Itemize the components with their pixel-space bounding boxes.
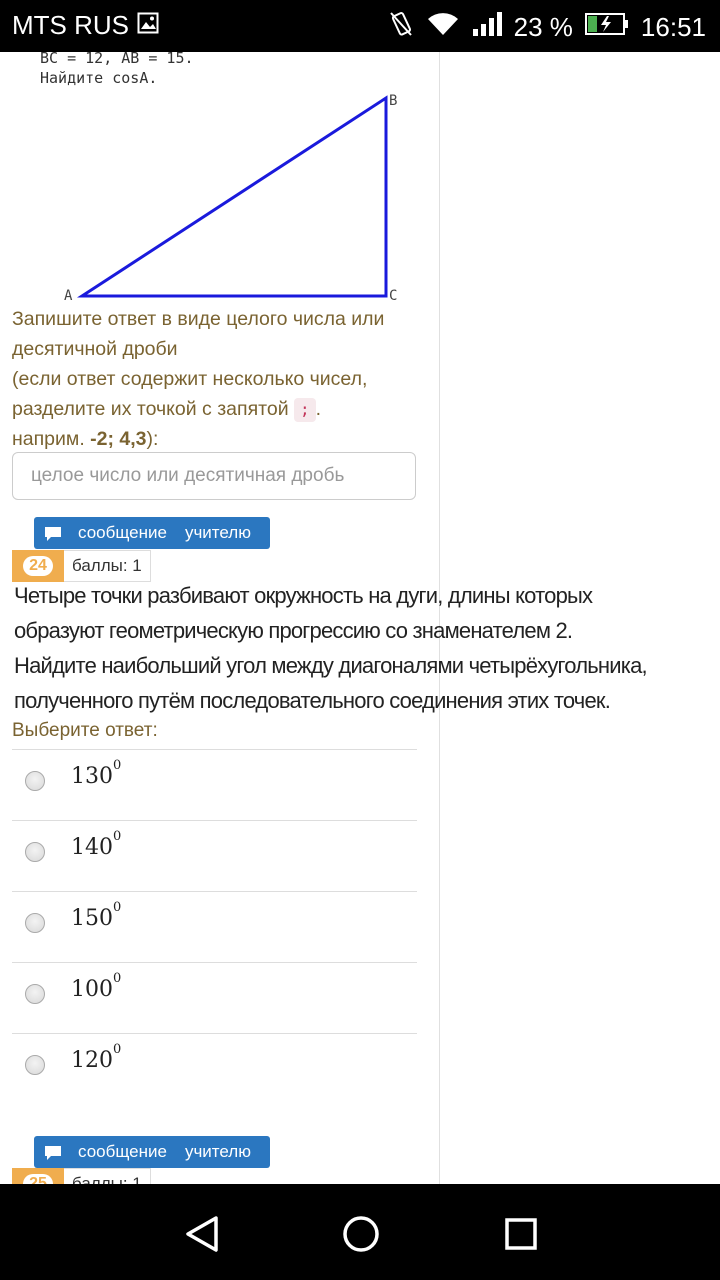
example-prefix: наприм. bbox=[12, 428, 85, 450]
clock: 16:51 bbox=[640, 12, 706, 42]
recent-apps-button[interactable] bbox=[499, 1212, 543, 1256]
quiz-page[interactable]: BC = 12, AB = 15. Найдите cosA. A B C Зап… bbox=[0, 52, 720, 1184]
option-degree: 0 bbox=[113, 971, 122, 986]
option-value: 1500 bbox=[71, 900, 121, 931]
answer-option[interactable]: 1200 bbox=[12, 1034, 417, 1104]
signal-icon bbox=[472, 11, 502, 44]
instruction-example: наприм. -2; 4,3): bbox=[12, 424, 422, 454]
status-bar: MTS RUS 23 % 16:51 bbox=[0, 0, 720, 52]
option-value: 1200 bbox=[71, 1042, 121, 1073]
radio-button[interactable] bbox=[25, 771, 45, 791]
question-number-badge: 25 bbox=[12, 1168, 64, 1184]
vibrate-icon bbox=[388, 10, 414, 45]
back-triangle-icon bbox=[186, 1216, 218, 1252]
instruction-line-1: Запишите ответ в виде целого числа или bbox=[12, 308, 385, 330]
option-value: 1400 bbox=[71, 829, 121, 860]
speech-bubble-icon bbox=[44, 1145, 62, 1160]
question-line-4: полученного путём последовательного соед… bbox=[14, 688, 611, 713]
message-teacher-button[interactable]: сообщение учителю bbox=[34, 517, 270, 549]
vertex-a-label: A bbox=[64, 288, 73, 304]
battery-percent: 23 % bbox=[513, 12, 573, 42]
answer-option[interactable]: 1500 bbox=[12, 892, 417, 963]
vertex-c-label: C bbox=[389, 288, 397, 304]
instruction-line-4: разделите их точкой с запятой ;. bbox=[12, 394, 422, 424]
answer-input[interactable] bbox=[12, 452, 416, 500]
speech-bubble-icon bbox=[44, 526, 62, 541]
option-number: 150 bbox=[71, 906, 113, 931]
option-degree: 0 bbox=[113, 758, 122, 773]
separator-chip: ; bbox=[294, 398, 316, 422]
image-notification-icon bbox=[137, 10, 159, 41]
message-teacher-button-2[interactable]: сообщение учителю bbox=[34, 1136, 270, 1168]
navigation-bar bbox=[0, 1184, 720, 1280]
example-value: -2; 4,3 bbox=[90, 428, 147, 450]
battery-charging-icon bbox=[584, 12, 629, 43]
example-end: ): bbox=[146, 428, 159, 450]
option-degree: 0 bbox=[113, 900, 122, 915]
question-number: 24 bbox=[23, 556, 53, 576]
answer-option[interactable]: 1400 bbox=[12, 821, 417, 892]
answer-option[interactable]: 1000 bbox=[12, 963, 417, 1034]
question-line-3: Найдите наибольший угол между диагоналям… bbox=[14, 653, 648, 678]
question-points: баллы: 1 bbox=[64, 1168, 151, 1184]
question-number: 25 bbox=[23, 1174, 53, 1184]
option-value: 1000 bbox=[71, 971, 121, 1002]
problem-line-2: Найдите cosA. bbox=[40, 69, 158, 87]
question-24-text: Четыре точки разбивают окружность на дуг… bbox=[14, 578, 720, 718]
option-number: 100 bbox=[71, 977, 113, 1002]
question-line-1: Четыре точки разбивают окружность на дуг… bbox=[14, 583, 593, 608]
radio-button[interactable] bbox=[25, 842, 45, 862]
message-button-label-1: сообщение bbox=[78, 1142, 167, 1161]
triangle-figure: A B C bbox=[64, 93, 397, 304]
vertex-b-label: B bbox=[389, 93, 397, 109]
wifi-icon bbox=[426, 11, 460, 44]
home-circle-icon bbox=[343, 1216, 379, 1252]
option-value: 1300 bbox=[71, 758, 121, 789]
home-button[interactable] bbox=[339, 1212, 383, 1256]
instruction-line-2: десятичной дроби bbox=[12, 338, 178, 360]
answer-instructions: Запишите ответ в виде целого числа или д… bbox=[12, 304, 422, 454]
option-number: 140 bbox=[71, 835, 113, 860]
radio-button[interactable] bbox=[25, 984, 45, 1004]
option-number: 120 bbox=[71, 1048, 113, 1073]
problem-line-1: BC = 12, AB = 15. bbox=[40, 52, 194, 67]
message-button-label-2: учителю bbox=[184, 523, 251, 542]
carrier-name: MTS RUS bbox=[12, 10, 129, 40]
triangle-abc bbox=[76, 95, 388, 298]
choose-answer-label: Выберите ответ: bbox=[12, 720, 158, 741]
question-25-header: 25 баллы: 1 bbox=[12, 1168, 151, 1184]
instruction-line-4-text: разделите их точкой с запятой bbox=[12, 398, 289, 420]
question-line-2: образуют геометрическую прогрессию со зн… bbox=[14, 618, 573, 643]
message-button-label-2: учителю bbox=[184, 1142, 251, 1161]
instruction-line-4-end: . bbox=[315, 398, 322, 420]
radio-button[interactable] bbox=[25, 913, 45, 933]
recent-apps-square-icon bbox=[505, 1218, 537, 1250]
answer-option[interactable]: 1300 bbox=[12, 750, 417, 821]
option-degree: 0 bbox=[113, 829, 122, 844]
problem-statement: BC = 12, AB = 15. Найдите cosA. bbox=[40, 52, 194, 88]
radio-button[interactable] bbox=[25, 1055, 45, 1075]
answer-options: 1300 1400 1500 1000 1200 bbox=[12, 749, 417, 1104]
option-number: 130 bbox=[71, 764, 113, 789]
back-button[interactable] bbox=[180, 1212, 224, 1256]
option-degree: 0 bbox=[113, 1042, 122, 1057]
message-button-label-1: сообщение bbox=[78, 523, 167, 542]
instruction-line-3: (если ответ содержит несколько чисел, bbox=[12, 368, 368, 390]
